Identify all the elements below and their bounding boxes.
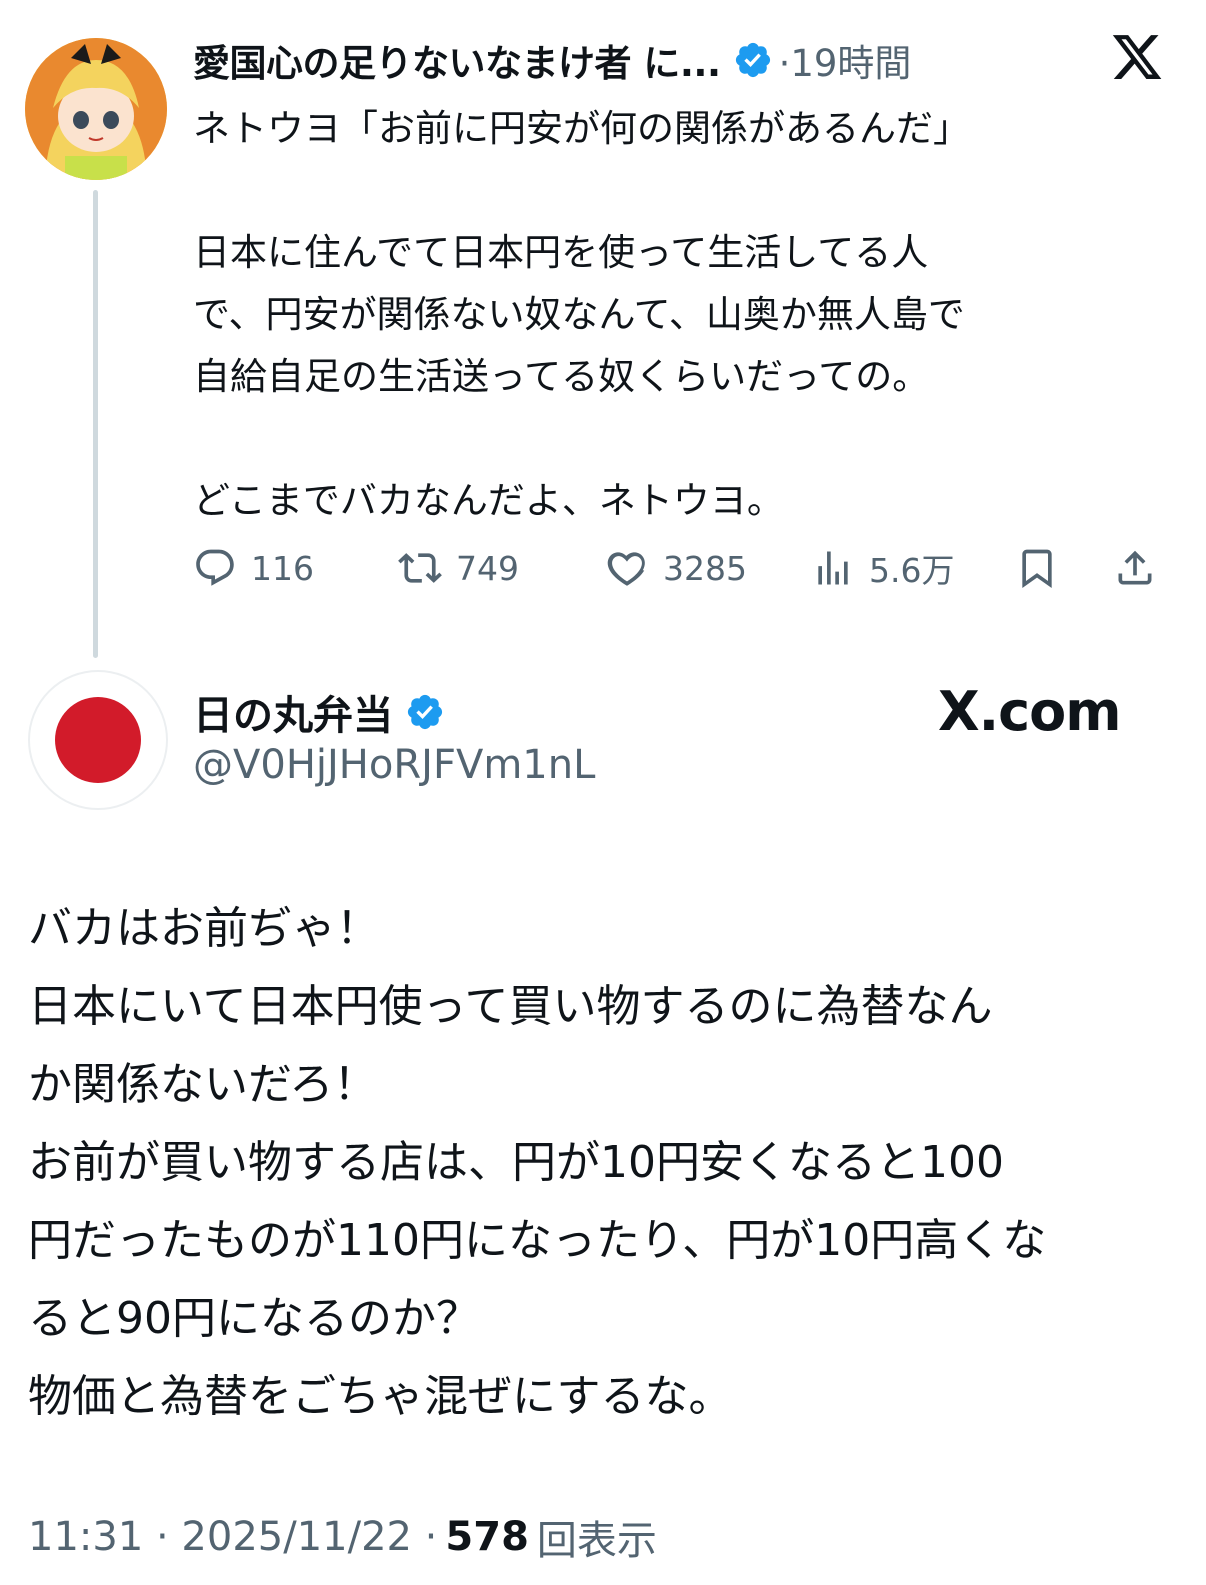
hinomaru-icon (55, 697, 141, 783)
tweet-time[interactable]: ·19時間 (779, 33, 912, 87)
views-label: 回表示 (536, 1518, 657, 1564)
avatar[interactable] (28, 670, 168, 810)
anime-avatar-icon (25, 38, 167, 180)
author-row: 日の丸弁当 (193, 683, 445, 741)
avatar[interactable] (25, 38, 167, 180)
share-icon (1118, 550, 1152, 585)
tweet-text: ネトウヨ「お前に円安が何の関係があるんだ」 日本に住んでて日本円を使って生活して… (193, 107, 970, 522)
tweet-text: バカはお前ぢゃ！ 日本にいて日本円使って買い物するのに為替なん か関係ないだろ！… (28, 903, 1047, 1422)
bookmark-icon (1022, 549, 1052, 589)
tweet-footer: 11:31 · 2025/11/22 · 578 回表示 (28, 1508, 657, 1566)
tweet-timestamp[interactable]: 11:31 · 2025/11/22 · (28, 1514, 437, 1560)
tweet-actions: 116 749 3285 5.6万 (193, 540, 1168, 596)
author-handle[interactable]: @V0HjJHoRJFVm1nL (193, 742, 595, 788)
views-count: 5.6万 (869, 551, 955, 590)
author-name[interactable]: 愛国心の足りないなまけ者 に... (193, 33, 721, 87)
like-count: 3285 (663, 548, 747, 588)
retweet-button[interactable]: 749 (398, 540, 519, 596)
like-icon (607, 552, 645, 586)
share-button[interactable] (1113, 540, 1171, 596)
retweet-count: 749 (456, 548, 519, 588)
thread-connector-line (93, 190, 98, 658)
views-button[interactable]: 5.6万 (811, 540, 954, 596)
reply-count: 116 (251, 548, 314, 588)
author-name[interactable]: 日の丸弁当 (193, 683, 393, 741)
reply-button[interactable]: 116 (193, 540, 314, 596)
views-count: 578 (445, 1514, 529, 1560)
x-com-brand: X.com (938, 680, 1122, 743)
x-logo-icon[interactable] (1110, 30, 1164, 84)
verified-badge-icon (407, 694, 443, 730)
reply-icon (196, 549, 234, 586)
views-icon (818, 551, 848, 585)
like-button[interactable]: 3285 (605, 540, 747, 596)
verified-badge-icon (735, 42, 770, 78)
tweet-header: 愛国心の足りないなまけ者 に... ·19時間 (193, 30, 911, 90)
bookmark-button[interactable] (1015, 540, 1073, 596)
retweet-icon (398, 553, 442, 583)
